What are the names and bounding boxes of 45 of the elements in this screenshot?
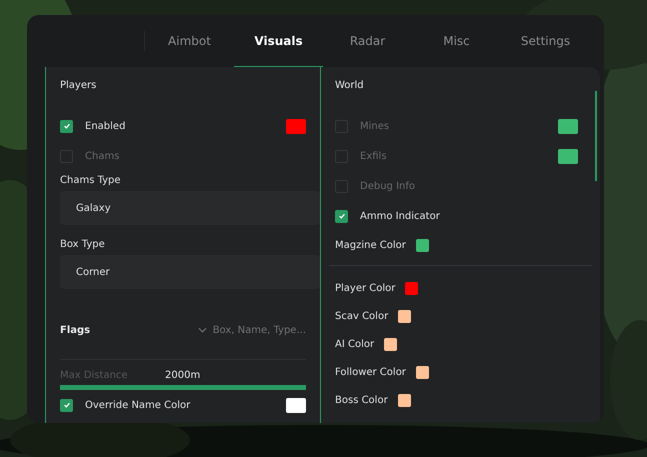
field-label: Chams Type — [60, 175, 122, 186]
color-label: Scav Color — [335, 310, 388, 322]
slider-fill[interactable] — [60, 385, 306, 390]
checkbox-label: Mines — [360, 120, 390, 132]
section-title: World — [335, 78, 365, 92]
color-label: Magzine Color — [335, 240, 406, 250]
dropdown[interactable]: Corner — [60, 255, 320, 289]
scrollbar[interactable] — [595, 91, 597, 181]
checkbox-label: Chams — [85, 150, 120, 162]
color-swatch[interactable] — [286, 398, 306, 412]
color-label: Player Color — [335, 282, 396, 294]
tab[interactable]: Radar — [323, 15, 412, 67]
color-swatch[interactable] — [405, 282, 418, 294]
check-icon — [62, 401, 70, 409]
multiselect-placeholder[interactable]: Box, Name, Type... — [212, 324, 306, 336]
tab[interactable]: Misc — [412, 15, 501, 67]
field-label: Box Type — [60, 239, 106, 250]
slider-value: 2000m — [165, 370, 200, 380]
color-swatch[interactable] — [286, 118, 306, 134]
color-swatch[interactable] — [416, 238, 429, 252]
color-swatch[interactable] — [384, 338, 398, 350]
checkbox-label: Debug Info — [360, 180, 416, 192]
checkbox-label: Exfils — [360, 150, 388, 162]
checkbox[interactable] — [60, 398, 73, 412]
checkbox[interactable] — [335, 210, 348, 222]
color-swatch[interactable] — [398, 310, 412, 322]
dropdown[interactable]: Galaxy — [60, 191, 320, 225]
checkbox-label: Enabled — [85, 120, 126, 132]
checkbox-label: Ammo Indicator — [360, 210, 441, 222]
field-label: Flags — [60, 324, 92, 336]
checkbox[interactable] — [60, 120, 73, 132]
color-label: Follower Color — [335, 366, 406, 378]
tab[interactable]: Settings — [501, 15, 590, 67]
check-icon — [62, 122, 70, 130]
color-label: Boss Color — [335, 394, 388, 406]
color-swatch[interactable] — [558, 118, 578, 134]
color-label: AI Color — [335, 338, 374, 350]
color-swatch[interactable] — [416, 366, 429, 378]
check-icon — [338, 212, 346, 220]
color-swatch[interactable] — [558, 148, 578, 164]
tab[interactable]: Aimbot — [145, 15, 234, 67]
chevron-down-icon[interactable] — [198, 327, 207, 333]
color-swatch[interactable] — [398, 394, 411, 406]
checkbox-label: Override Name Color — [85, 400, 192, 410]
section-title: Players — [60, 78, 98, 92]
